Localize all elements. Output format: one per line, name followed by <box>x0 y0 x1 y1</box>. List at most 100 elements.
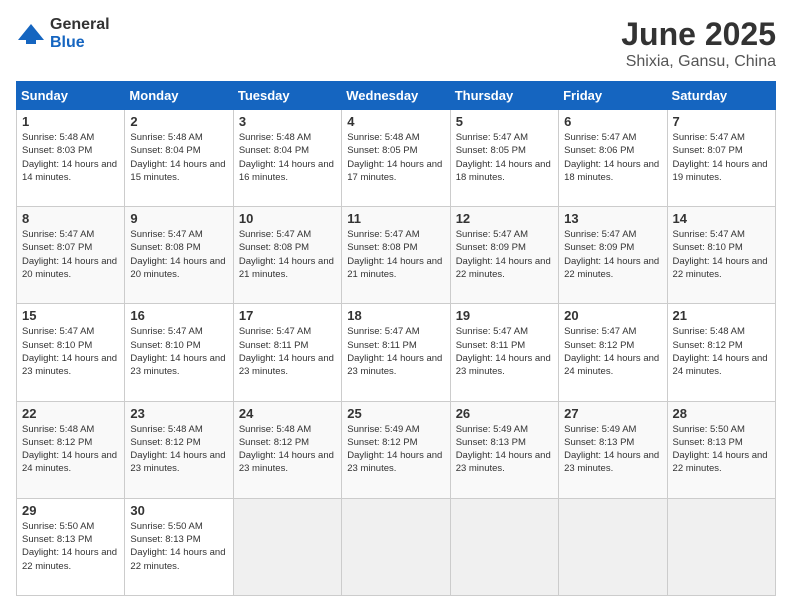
calendar-week-2: 8 Sunrise: 5:47 AMSunset: 8:07 PMDaylight… <box>17 207 776 304</box>
calendar-cell: 19Sunrise: 5:47 AMSunset: 8:11 PMDayligh… <box>450 304 558 401</box>
day-info: Sunrise: 5:49 AMSunset: 8:13 PMDaylight:… <box>456 423 553 476</box>
day-info: Sunrise: 5:50 AMSunset: 8:13 PMDaylight:… <box>673 423 770 476</box>
title-area: June 2025 Shixia, Gansu, China <box>621 16 776 71</box>
calendar-cell: 27 Sunrise: 5:49 AMSunset: 8:13 PMDayligh… <box>559 401 667 498</box>
logo-blue: Blue <box>50 34 85 51</box>
calendar-cell <box>233 498 341 595</box>
day-info: Sunrise: 5:47 AMSunset: 8:10 PMDaylight:… <box>22 325 119 378</box>
month-title: June 2025 <box>621 16 776 53</box>
calendar-cell: 18 Sunrise: 5:47 AMSunset: 8:11 PMDayligh… <box>342 304 450 401</box>
day-number: 11 <box>347 211 444 226</box>
day-number: 12 <box>456 211 553 226</box>
day-info: Sunrise: 5:47 AMSunset: 8:11 PMDaylight:… <box>347 325 444 378</box>
day-number: 26 <box>456 406 553 421</box>
logo: General Blue <box>16 16 110 52</box>
day-info: Sunrise: 5:49 AMSunset: 8:13 PMDaylight:… <box>564 423 661 476</box>
day-number: 1 <box>22 114 119 129</box>
calendar-cell: 4Sunrise: 5:48 AMSunset: 8:05 PMDaylight… <box>342 110 450 207</box>
day-header-monday: Monday <box>125 82 233 110</box>
day-info: Sunrise: 5:50 AMSunset: 8:13 PMDaylight:… <box>130 520 227 573</box>
calendar-cell: 15Sunrise: 5:47 AMSunset: 8:10 PMDayligh… <box>17 304 125 401</box>
day-number: 13 <box>564 211 661 226</box>
day-info: Sunrise: 5:48 AMSunset: 8:04 PMDaylight:… <box>239 131 336 184</box>
day-number: 29 <box>22 503 119 518</box>
calendar-week-3: 15Sunrise: 5:47 AMSunset: 8:10 PMDayligh… <box>17 304 776 401</box>
day-number: 2 <box>130 114 227 129</box>
logo-general: General <box>50 16 110 33</box>
calendar-cell: 26 Sunrise: 5:49 AMSunset: 8:13 PMDayligh… <box>450 401 558 498</box>
calendar-cell: 6 Sunrise: 5:47 AMSunset: 8:06 PMDaylight… <box>559 110 667 207</box>
day-info: Sunrise: 5:47 AMSunset: 8:08 PMDaylight:… <box>130 228 227 281</box>
day-number: 3 <box>239 114 336 129</box>
day-info: Sunrise: 5:48 AMSunset: 8:12 PMDaylight:… <box>673 325 770 378</box>
calendar-table: SundayMondayTuesdayWednesdayThursdayFrid… <box>16 81 776 596</box>
calendar-cell <box>342 498 450 595</box>
day-number: 10 <box>239 211 336 226</box>
day-info: Sunrise: 5:48 AMSunset: 8:12 PMDaylight:… <box>239 423 336 476</box>
calendar-week-5: 29 Sunrise: 5:50 AMSunset: 8:13 PMDayligh… <box>17 498 776 595</box>
calendar-cell: 11 Sunrise: 5:47 AMSunset: 8:08 PMDayligh… <box>342 207 450 304</box>
day-number: 28 <box>673 406 770 421</box>
day-number: 24 <box>239 406 336 421</box>
day-number: 8 <box>22 211 119 226</box>
calendar-cell: 7 Sunrise: 5:47 AMSunset: 8:07 PMDaylight… <box>667 110 775 207</box>
logo-icon <box>16 22 46 46</box>
day-info: Sunrise: 5:47 AMSunset: 8:10 PMDaylight:… <box>130 325 227 378</box>
calendar-cell: 14Sunrise: 5:47 AMSunset: 8:10 PMDayligh… <box>667 207 775 304</box>
day-number: 9 <box>130 211 227 226</box>
day-number: 21 <box>673 308 770 323</box>
calendar-cell: 8 Sunrise: 5:47 AMSunset: 8:07 PMDaylight… <box>17 207 125 304</box>
day-number: 6 <box>564 114 661 129</box>
calendar-cell: 29Sunrise: 5:50 AMSunset: 8:13 PMDayligh… <box>17 498 125 595</box>
day-info: Sunrise: 5:47 AMSunset: 8:07 PMDaylight:… <box>673 131 770 184</box>
calendar-cell: 16 Sunrise: 5:47 AMSunset: 8:10 PMDayligh… <box>125 304 233 401</box>
page: General Blue June 2025 Shixia, Gansu, Ch… <box>0 0 792 612</box>
day-info: Sunrise: 5:47 AMSunset: 8:10 PMDaylight:… <box>673 228 770 281</box>
calendar-cell: 2 Sunrise: 5:48 AMSunset: 8:04 PMDaylight… <box>125 110 233 207</box>
day-number: 17 <box>239 308 336 323</box>
day-info: Sunrise: 5:47 AMSunset: 8:06 PMDaylight:… <box>564 131 661 184</box>
day-info: Sunrise: 5:48 AMSunset: 8:12 PMDaylight:… <box>130 423 227 476</box>
calendar-cell: 17 Sunrise: 5:47 AMSunset: 8:11 PMDayligh… <box>233 304 341 401</box>
day-info: Sunrise: 5:48 AMSunset: 8:04 PMDaylight:… <box>130 131 227 184</box>
calendar-cell: 13 Sunrise: 5:47 AMSunset: 8:09 PMDayligh… <box>559 207 667 304</box>
calendar-cell: 22 Sunrise: 5:48 AMSunset: 8:12 PMDayligh… <box>17 401 125 498</box>
day-header-friday: Friday <box>559 82 667 110</box>
day-number: 4 <box>347 114 444 129</box>
day-number: 16 <box>130 308 227 323</box>
day-info: Sunrise: 5:47 AMSunset: 8:08 PMDaylight:… <box>239 228 336 281</box>
day-number: 23 <box>130 406 227 421</box>
day-header-tuesday: Tuesday <box>233 82 341 110</box>
calendar-cell: 28 Sunrise: 5:50 AMSunset: 8:13 PMDayligh… <box>667 401 775 498</box>
day-info: Sunrise: 5:47 AMSunset: 8:09 PMDaylight:… <box>456 228 553 281</box>
calendar-cell: 1 Sunrise: 5:48 AMSunset: 8:03 PMDaylight… <box>17 110 125 207</box>
day-number: 27 <box>564 406 661 421</box>
day-header-saturday: Saturday <box>667 82 775 110</box>
day-info: Sunrise: 5:47 AMSunset: 8:11 PMDaylight:… <box>239 325 336 378</box>
calendar-cell: 23 Sunrise: 5:48 AMSunset: 8:12 PMDayligh… <box>125 401 233 498</box>
day-info: Sunrise: 5:47 AMSunset: 8:11 PMDaylight:… <box>456 325 553 378</box>
day-number: 25 <box>347 406 444 421</box>
day-info: Sunrise: 5:47 AMSunset: 8:07 PMDaylight:… <box>22 228 119 281</box>
calendar-week-4: 22 Sunrise: 5:48 AMSunset: 8:12 PMDayligh… <box>17 401 776 498</box>
location-title: Shixia, Gansu, China <box>621 53 776 71</box>
calendar-cell: 25Sunrise: 5:49 AMSunset: 8:12 PMDayligh… <box>342 401 450 498</box>
day-info: Sunrise: 5:47 AMSunset: 8:05 PMDaylight:… <box>456 131 553 184</box>
calendar-cell: 24 Sunrise: 5:48 AMSunset: 8:12 PMDayligh… <box>233 401 341 498</box>
day-number: 5 <box>456 114 553 129</box>
calendar-cell <box>450 498 558 595</box>
day-info: Sunrise: 5:47 AMSunset: 8:09 PMDaylight:… <box>564 228 661 281</box>
calendar-cell: 12 Sunrise: 5:47 AMSunset: 8:09 PMDayligh… <box>450 207 558 304</box>
calendar-header-row: SundayMondayTuesdayWednesdayThursdayFrid… <box>17 82 776 110</box>
day-header-wednesday: Wednesday <box>342 82 450 110</box>
day-header-thursday: Thursday <box>450 82 558 110</box>
day-number: 18 <box>347 308 444 323</box>
calendar-cell: 20Sunrise: 5:47 AMSunset: 8:12 PMDayligh… <box>559 304 667 401</box>
calendar-cell: 30Sunrise: 5:50 AMSunset: 8:13 PMDayligh… <box>125 498 233 595</box>
day-info: Sunrise: 5:48 AMSunset: 8:12 PMDaylight:… <box>22 423 119 476</box>
day-number: 7 <box>673 114 770 129</box>
day-info: Sunrise: 5:48 AMSunset: 8:03 PMDaylight:… <box>22 131 119 184</box>
header: General Blue June 2025 Shixia, Gansu, Ch… <box>16 16 776 71</box>
day-number: 22 <box>22 406 119 421</box>
day-info: Sunrise: 5:47 AMSunset: 8:08 PMDaylight:… <box>347 228 444 281</box>
